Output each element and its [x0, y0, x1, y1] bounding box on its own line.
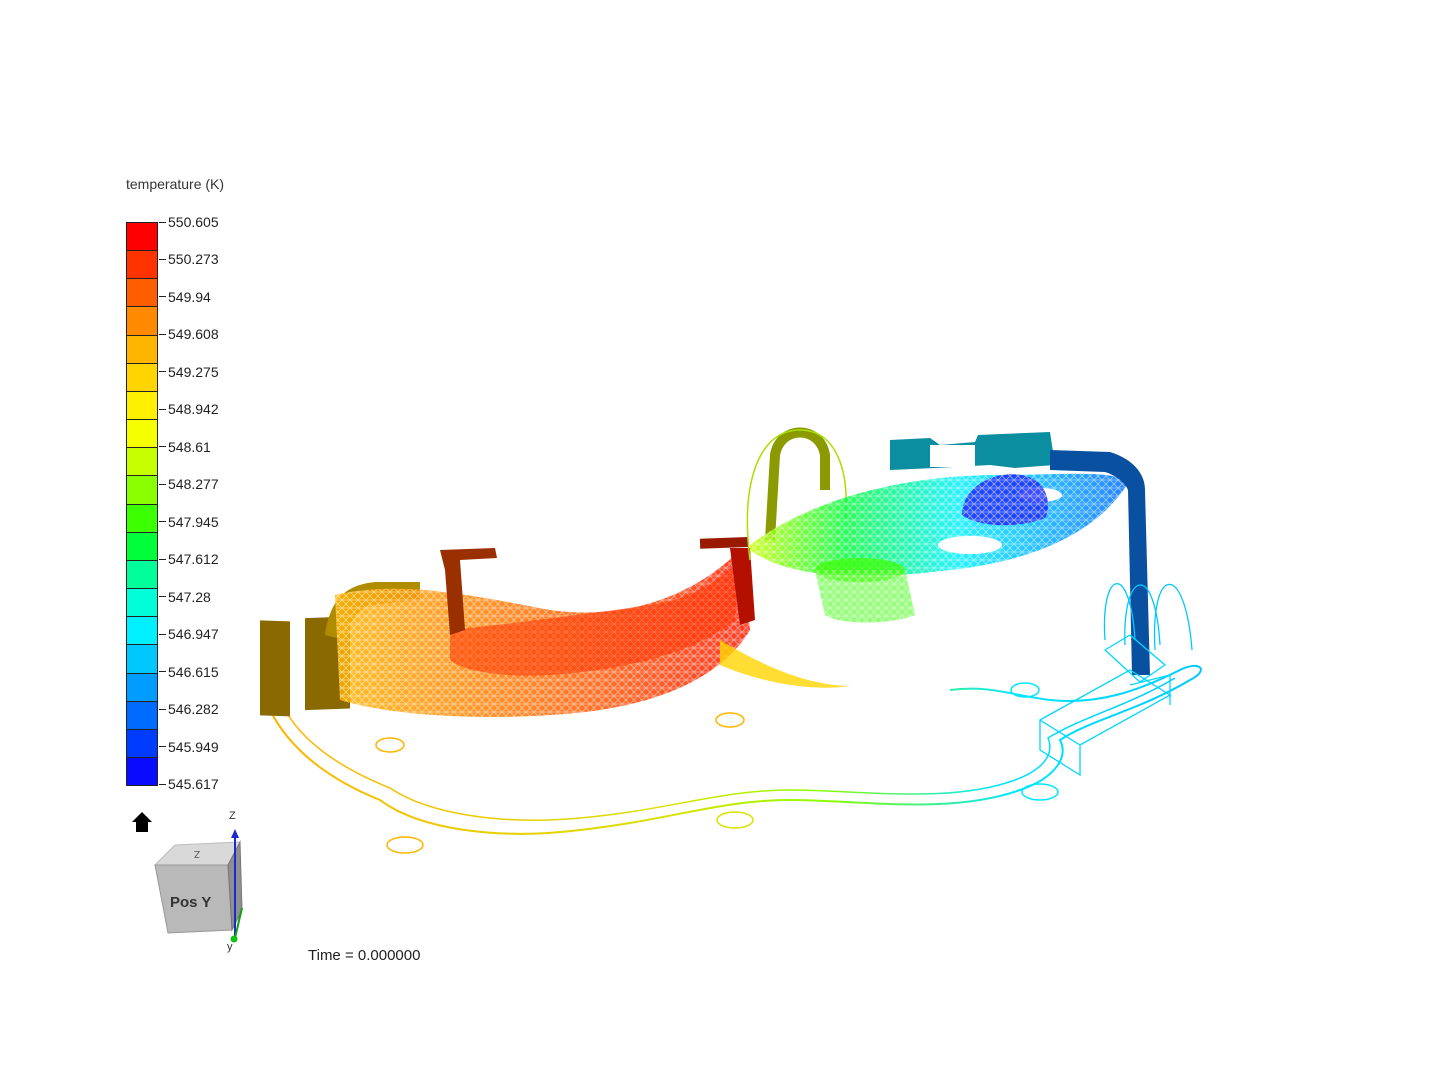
- tick-label: 550.605: [168, 214, 219, 230]
- tick-mark: [159, 371, 166, 373]
- tick-label: 547.945: [168, 513, 219, 530]
- tick-mark: [159, 408, 166, 410]
- color-bar-band: [127, 307, 157, 336]
- color-bar-band: [127, 363, 157, 392]
- color-bar-band: [127, 701, 157, 730]
- color-bar: [126, 222, 158, 786]
- color-bar-tick: 548.61: [159, 439, 211, 455]
- red-bracket-right: [699, 537, 749, 549]
- color-bar-band: [127, 532, 157, 561]
- tick-label: 547.612: [168, 551, 219, 568]
- color-bar-band: [127, 335, 157, 364]
- tick-mark: [159, 446, 166, 448]
- color-bar-band: [127, 560, 157, 590]
- color-bar-band: [127, 420, 157, 449]
- tick-mark: [159, 746, 166, 748]
- z-axis-label: Z: [229, 810, 236, 822]
- tick-label: 547.28: [168, 588, 211, 605]
- tick-mark: [159, 708, 166, 710]
- tick-mark: [159, 783, 166, 785]
- tick-label: 548.277: [168, 476, 219, 493]
- tick-label: 549.275: [168, 363, 219, 380]
- cube-front-label: Pos Y: [170, 894, 211, 911]
- color-bar-band: [127, 476, 157, 505]
- color-bar-tick: 550.605: [159, 214, 219, 230]
- y-axis-label: y: [227, 941, 233, 953]
- color-bar-band: [127, 673, 157, 702]
- color-bar-band: [127, 223, 157, 252]
- mount-hole: [715, 712, 745, 728]
- color-bar-band: [127, 504, 157, 533]
- tick-label: 549.94: [168, 288, 211, 305]
- color-bar-band: [127, 589, 157, 618]
- mount-hole: [1021, 783, 1059, 801]
- color-bar-tick: 546.615: [159, 664, 219, 680]
- tick-label: 546.615: [168, 663, 219, 680]
- color-bar-tick: 548.942: [159, 401, 219, 417]
- color-bar-tick: 548.277: [159, 476, 219, 492]
- color-bar-tick: 549.275: [159, 364, 219, 380]
- z-axis-arrow: [231, 829, 239, 838]
- color-bar-tick: 546.947: [159, 626, 219, 642]
- tick-label: 549.608: [168, 326, 219, 343]
- tick-mark: [159, 333, 166, 335]
- tick-mark: [159, 258, 166, 260]
- tick-label: 550.273: [168, 251, 219, 268]
- color-bar-ticks: 550.605 550.273 549.94 549.608 549.275 548.94…: [159, 214, 249, 792]
- color-bar-tick: 549.608: [159, 326, 219, 342]
- legend-title: temperature (K): [126, 176, 225, 192]
- green-cylinder-grid: [815, 570, 915, 623]
- color-bar-tick: 546.282: [159, 701, 219, 717]
- disc-hole: [938, 536, 1002, 554]
- mount-hole: [386, 836, 424, 854]
- teal-block-hole: [930, 445, 975, 467]
- color-bar-tick: 547.28: [159, 589, 211, 605]
- tick-mark: [159, 558, 166, 560]
- mount-hole: [375, 737, 405, 753]
- tick-label: 546.947: [168, 626, 219, 643]
- disc-mesh-grid: [750, 473, 1130, 576]
- time-label: Time = 0.000000: [308, 947, 421, 964]
- tick-label: 548.61: [168, 438, 211, 455]
- color-bar-tick: 550.273: [159, 251, 219, 267]
- orientation-cube[interactable]: Z Pos Y Z y: [140, 805, 260, 955]
- color-bar-tick: 545.617: [159, 776, 219, 792]
- tick-mark: [159, 483, 166, 485]
- color-bar-band: [127, 251, 157, 280]
- color-bar-band: [127, 617, 157, 646]
- tail-fin: [720, 640, 850, 688]
- tick-mark: [159, 671, 166, 673]
- color-bar-tick: 545.949: [159, 739, 219, 755]
- tick-label: 548.942: [168, 401, 219, 418]
- tick-mark: [159, 221, 166, 223]
- tick-mark: [159, 521, 166, 523]
- color-bar-tick: 547.945: [159, 514, 219, 530]
- tick-label: 546.282: [168, 701, 219, 718]
- 3d-viewport[interactable]: [250, 420, 1230, 900]
- mount-hole: [1010, 682, 1040, 698]
- color-bar-band: [127, 645, 157, 674]
- color-bar-band: [127, 279, 157, 308]
- cyan-box: [1038, 669, 1172, 777]
- cube-top-label: Z: [194, 848, 200, 859]
- mount-hole: [716, 811, 754, 829]
- color-bar-tick: 549.94: [159, 289, 211, 305]
- tick-mark: [159, 296, 166, 298]
- color-bar-band: [127, 757, 157, 786]
- color-bar-band: [127, 729, 157, 758]
- color-bar-band: [127, 391, 157, 421]
- tick-mark: [159, 633, 166, 635]
- color-bar-band: [127, 448, 157, 477]
- color-bar-tick: 547.612: [159, 551, 219, 567]
- tick-label: 545.949: [168, 738, 219, 755]
- tick-mark: [159, 596, 166, 598]
- tick-label: 545.617: [168, 776, 219, 792]
- left-bracket: [260, 620, 290, 717]
